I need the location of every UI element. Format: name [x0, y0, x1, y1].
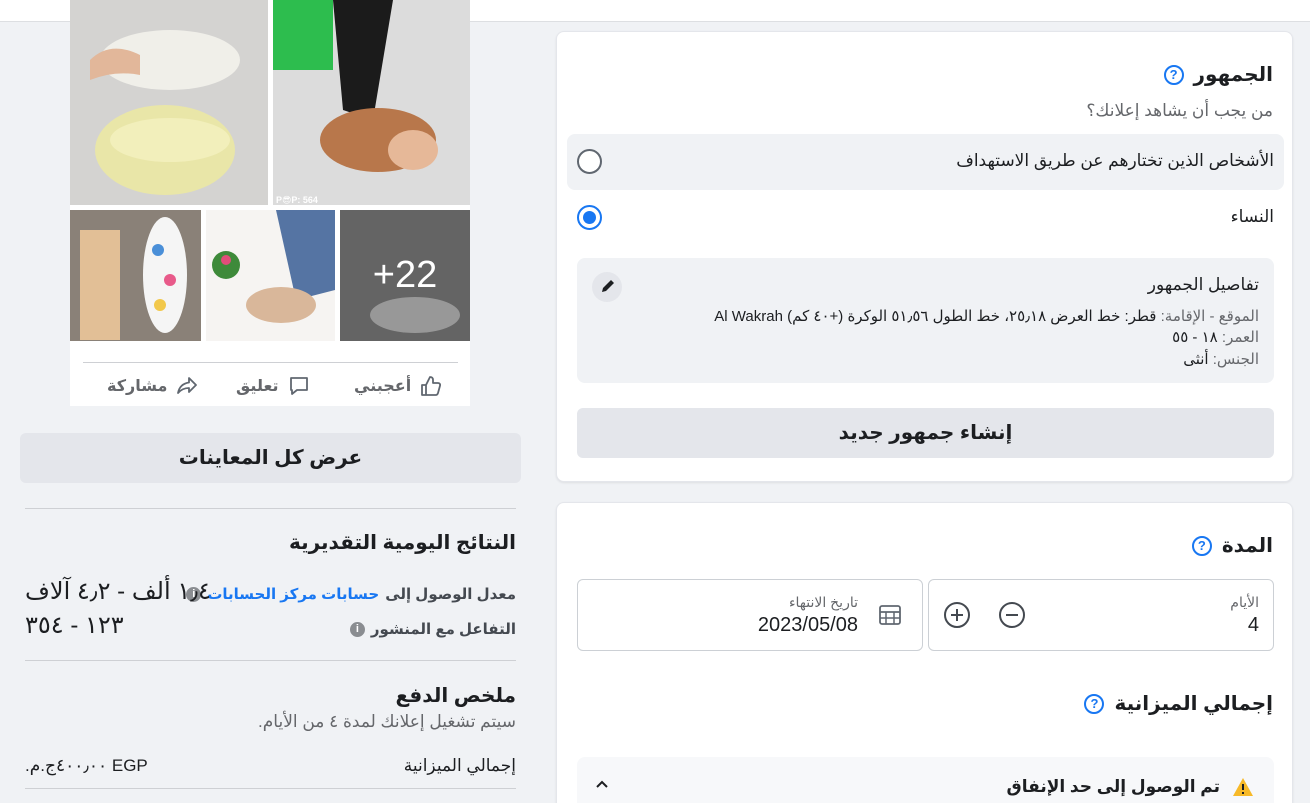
- spending-limit-warning[interactable]: تم الوصول إلى حد الإنفاق: [577, 757, 1274, 803]
- audience-title: الجمهور: [1193, 64, 1273, 86]
- option-label: النساء: [1230, 207, 1274, 226]
- duration-title: المدة: [1221, 535, 1273, 557]
- audience-section: الجمهور ? من يجب أن يشاهد إعلانك؟ الأشخا…: [556, 31, 1293, 482]
- preview-image-3[interactable]: [70, 210, 201, 341]
- minus-icon[interactable]: [999, 602, 1025, 628]
- detail-age: العمر: ١٨ - ٥٥: [1172, 328, 1259, 346]
- radio-button-selected[interactable]: [577, 205, 602, 230]
- budget-title: إجمالي الميزانية: [1114, 693, 1273, 715]
- reach-value: ١٫٤ ألف - ٤٫٢ آلاف: [25, 578, 211, 605]
- info-icon[interactable]: i: [349, 621, 365, 637]
- detail-location: الموقع - الإقامة: قطر: خط العرض ٢٥٫١٨، خ…: [714, 307, 1259, 325]
- audience-header: الجمهور ?: [1163, 62, 1273, 87]
- share-label: مشاركة: [107, 378, 168, 395]
- engagement-value: ١٢٣ - ٣٥٤: [25, 612, 124, 639]
- preview-image-1[interactable]: [70, 0, 268, 205]
- divider: [25, 508, 516, 509]
- preview-image-4[interactable]: [206, 210, 335, 341]
- detail-location-key: الموقع - الإقامة:: [1160, 308, 1259, 325]
- share-icon: [177, 377, 198, 394]
- comment-icon: [289, 377, 308, 395]
- detail-age-value: ١٨ - ٥٥: [1172, 329, 1218, 346]
- duration-section: المدة ? الأيام 4 تاريخ الانتهاء 2023/05/…: [556, 502, 1293, 803]
- days-label: الأيام: [1230, 594, 1259, 610]
- total-budget-value: ٤٠٠٫٠٠ج.م.‏ EGP: [25, 756, 148, 775]
- duration-header: المدة ?: [1191, 533, 1273, 558]
- audience-option-women[interactable]: النساء: [567, 190, 1284, 246]
- audience-option-targeting[interactable]: الأشخاص الذين تختارهم عن طريق الاستهداف: [567, 134, 1284, 190]
- like-button[interactable]: أعجبني: [354, 373, 443, 399]
- end-date-value[interactable]: 2023/05/08: [758, 614, 858, 637]
- audience-details-title: تفاصيل الجمهور: [1147, 275, 1259, 294]
- end-date-label: تاريخ الانتهاء: [788, 594, 858, 610]
- comment-button[interactable]: تعليق: [236, 373, 311, 399]
- warning-text: تم الوصول إلى حد الإنفاق: [1006, 777, 1220, 796]
- engagement-metric-label: التفاعل مع المنشور i: [349, 620, 516, 638]
- budget-header: إجمالي الميزانية ?: [1084, 691, 1273, 716]
- warning-content: تم الوصول إلى حد الإنفاق: [1007, 777, 1254, 797]
- days-value[interactable]: 4: [1248, 614, 1259, 637]
- accounts-center-link[interactable]: حسابات مركز الحسابات: [207, 585, 379, 603]
- option-label: الأشخاص الذين تختارهم عن طريق الاستهداف: [956, 151, 1274, 170]
- divider: [25, 788, 516, 789]
- detail-gender: الجنس: أنثى: [1183, 350, 1259, 368]
- detail-gender-value: أنثى: [1183, 351, 1209, 368]
- like-label: أعجبني: [354, 378, 412, 395]
- days-field[interactable]: الأيام 4: [928, 579, 1274, 651]
- detail-age-key: العمر:: [1221, 329, 1259, 346]
- results-title: النتائج اليومية التقديرية: [288, 532, 516, 554]
- action-divider: [83, 362, 458, 363]
- divider: [25, 660, 516, 661]
- ad-preview-post: P😎P: 564 +22 أعجبني تعليق مشاركة: [70, 0, 470, 406]
- audience-question: من يجب أن يشاهد إعلانك؟: [1086, 101, 1273, 120]
- payment-summary-title: ملخص الدفع: [395, 685, 516, 707]
- calendar-icon[interactable]: [878, 603, 902, 627]
- engagement-label: التفاعل مع المنشور: [370, 621, 516, 638]
- plus-icon[interactable]: [944, 602, 970, 628]
- reach-metric-label: معدل الوصول إلى حسابات مركز الحسابات i: [186, 585, 516, 603]
- chevron-up-icon[interactable]: [595, 779, 609, 789]
- preview-image-5-more[interactable]: +22: [340, 210, 470, 341]
- share-button[interactable]: مشاركة: [107, 373, 199, 399]
- comment-label: تعليق: [236, 378, 279, 395]
- pencil-icon: [602, 280, 614, 292]
- reach-label-prefix: معدل الوصول إلى: [385, 586, 516, 603]
- warning-icon: [1233, 778, 1253, 796]
- help-icon[interactable]: ?: [1191, 535, 1212, 556]
- radio-button[interactable]: [577, 149, 602, 174]
- help-icon[interactable]: ?: [1163, 64, 1184, 85]
- end-date-field[interactable]: تاريخ الانتهاء 2023/05/08: [577, 579, 923, 651]
- detail-location-value: قطر: خط العرض ٢٥٫١٨، خط الطول ٥١٫٥٦ الوك…: [714, 308, 1157, 325]
- image-overlay-text: P😎P: 564: [276, 195, 318, 205]
- edit-audience-button[interactable]: [592, 272, 622, 302]
- view-all-previews-button[interactable]: عرض كل المعاينات: [20, 433, 521, 483]
- help-icon[interactable]: ?: [1084, 693, 1105, 714]
- preview-image-2[interactable]: P😎P: 564: [273, 0, 470, 205]
- more-images-count: +22: [340, 210, 470, 341]
- total-budget-label: إجمالي الميزانية: [403, 756, 516, 775]
- thumbs-up-icon: [421, 376, 442, 396]
- audience-details-box: تفاصيل الجمهور الموقع - الإقامة: قطر: خط…: [577, 258, 1274, 383]
- detail-gender-key: الجنس:: [1212, 351, 1259, 368]
- create-new-audience-button[interactable]: إنشاء جمهور جديد: [577, 408, 1274, 458]
- payment-note: سيتم تشغيل إعلانك لمدة ٤ من الأيام.: [258, 712, 516, 731]
